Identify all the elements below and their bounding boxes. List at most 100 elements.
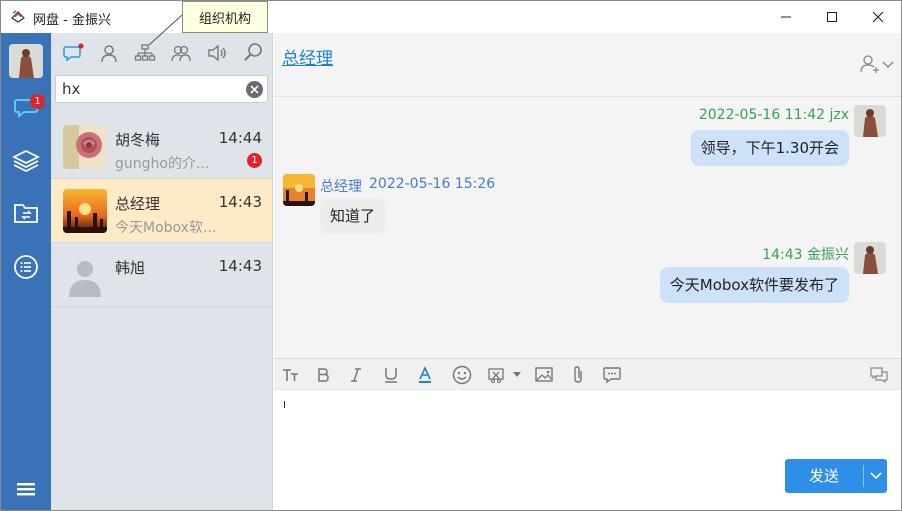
minimize-button[interactable] (763, 1, 809, 33)
tab-recent-chats[interactable] (62, 42, 84, 64)
tab-groups[interactable] (170, 42, 192, 64)
maximize-button[interactable] (809, 1, 855, 33)
font-color-button[interactable] (414, 364, 436, 386)
bold-icon (318, 368, 329, 382)
close-icon (872, 11, 884, 23)
message-meta: 2022-05-16 11:42 jzx (698, 107, 849, 123)
maximize-icon (827, 12, 837, 22)
rail-menu[interactable] (1, 467, 51, 511)
message-bubble: 知道了 (320, 198, 386, 234)
chat-history-icon (870, 367, 888, 384)
message-sender: 总经理 (320, 179, 362, 195)
send-button[interactable]: 发送 (785, 459, 863, 493)
message-bubble: 领导，下午1.30开会 (690, 130, 849, 166)
clear-search-button[interactable] (246, 81, 263, 98)
rose-avatar-image (63, 125, 107, 169)
underline-icon (385, 368, 397, 383)
contact-preview: gungho的介... (115, 156, 210, 172)
bold-button[interactable] (312, 364, 334, 386)
rail-layers[interactable] (1, 139, 51, 183)
search-box (55, 75, 268, 103)
tab-search[interactable] (242, 42, 264, 64)
title-bar: 网盘 - 金振兴 (1, 1, 901, 33)
tooltip: 组织机构 (182, 1, 268, 33)
group-icon (171, 45, 191, 62)
contact-time: 14:43 (218, 193, 262, 211)
org-chart-icon (134, 44, 156, 61)
underline-button[interactable] (380, 364, 402, 386)
window-title: 网盘 - 金振兴 (33, 13, 111, 28)
chat-area: 总经理 2022-05-16 11:42 jzx 领导，下午1.30开会 总经理… (274, 33, 901, 510)
font-size-icon (283, 369, 298, 381)
panel-tabs (51, 33, 273, 71)
message-time: 2022-05-16 15:26 (369, 176, 496, 192)
font-size-button[interactable] (280, 364, 302, 386)
contact-name: 胡冬梅 (115, 131, 161, 149)
message-avatar (283, 174, 315, 206)
quick-reply-button[interactable] (601, 364, 623, 386)
tab-announcements[interactable] (206, 42, 228, 64)
rail-chat[interactable]: 1 (1, 85, 51, 129)
scissors-icon (488, 368, 504, 383)
message-meta: 14:43 金振兴 (762, 247, 849, 263)
rail-files[interactable] (1, 191, 51, 235)
message-icon (603, 367, 621, 384)
message-input-area[interactable]: 发送 (274, 390, 901, 510)
chat-bubble-icon (63, 43, 84, 62)
left-rail: 1 (1, 33, 51, 510)
chevron-down-icon (869, 472, 882, 480)
chat-header: 总经理 (274, 33, 901, 97)
unread-badge: 1 (247, 153, 262, 168)
contact-time: 14:43 (218, 257, 262, 275)
contact-avatar (63, 125, 107, 169)
insert-image-button[interactable] (533, 364, 555, 386)
list-icon (14, 255, 38, 279)
rail-list[interactable] (1, 245, 51, 289)
message-bubble: 今天Mobox软件要发布了 (659, 267, 849, 303)
italic-button[interactable] (345, 364, 367, 386)
contact-name: 韩旭 (115, 259, 146, 277)
contact-item-active[interactable]: 总经理 14:43 今天Mobox软... (51, 179, 272, 243)
screenshot-options-button[interactable] (511, 364, 523, 386)
send-options-button[interactable] (864, 459, 887, 493)
tab-contacts[interactable] (98, 42, 120, 64)
tab-organization[interactable] (134, 42, 156, 64)
chat-title[interactable]: 总经理 (282, 44, 333, 69)
layers-icon (12, 149, 40, 173)
contact-time: 14:44 (218, 129, 262, 147)
hamburger-menu-icon (17, 483, 35, 496)
add-member-button[interactable] (859, 53, 895, 75)
person-icon (101, 45, 117, 63)
folder-share-icon (14, 204, 38, 223)
my-avatar[interactable] (9, 44, 43, 78)
chat-history-button[interactable] (868, 364, 890, 386)
contact-item[interactable]: 胡冬梅 14:44 gungho的介... 1 (51, 115, 272, 179)
contact-item[interactable]: 韩旭 14:43 (51, 243, 272, 307)
italic-icon (351, 368, 361, 382)
close-icon (250, 85, 259, 94)
message-avatar (854, 105, 886, 137)
emoji-icon (452, 365, 472, 385)
minimize-icon (781, 16, 791, 18)
chat-badge: 1 (30, 94, 45, 109)
format-toolbar (274, 358, 901, 390)
contact-preview: 今天Mobox软... (115, 220, 217, 236)
message-list: 2022-05-16 11:42 jzx 领导，下午1.30开会 总经理 202… (274, 98, 901, 358)
contacts-panel: 胡冬梅 14:44 gungho的介... 1 总经理 14:43 (51, 33, 273, 510)
avatar-photo (854, 105, 886, 137)
search-input[interactable] (62, 79, 242, 99)
paperclip-icon (574, 366, 582, 383)
app-logo-icon (11, 10, 25, 23)
attach-file-button[interactable] (567, 364, 589, 386)
contact-avatar (63, 253, 107, 297)
default-person-avatar-icon (63, 253, 107, 297)
screenshot-button[interactable] (485, 364, 507, 386)
emoji-button[interactable] (451, 364, 473, 386)
contact-name: 总经理 (115, 195, 161, 213)
sunset-avatar-image (63, 189, 107, 233)
app-window: 网盘 - 金振兴 组织机构 1 hx 胡冬梅 14:44 gungho的介...… (0, 0, 902, 511)
close-button[interactable] (855, 1, 901, 33)
text-caret (284, 401, 285, 408)
speaker-icon (208, 44, 226, 62)
font-color-icon (419, 366, 431, 383)
